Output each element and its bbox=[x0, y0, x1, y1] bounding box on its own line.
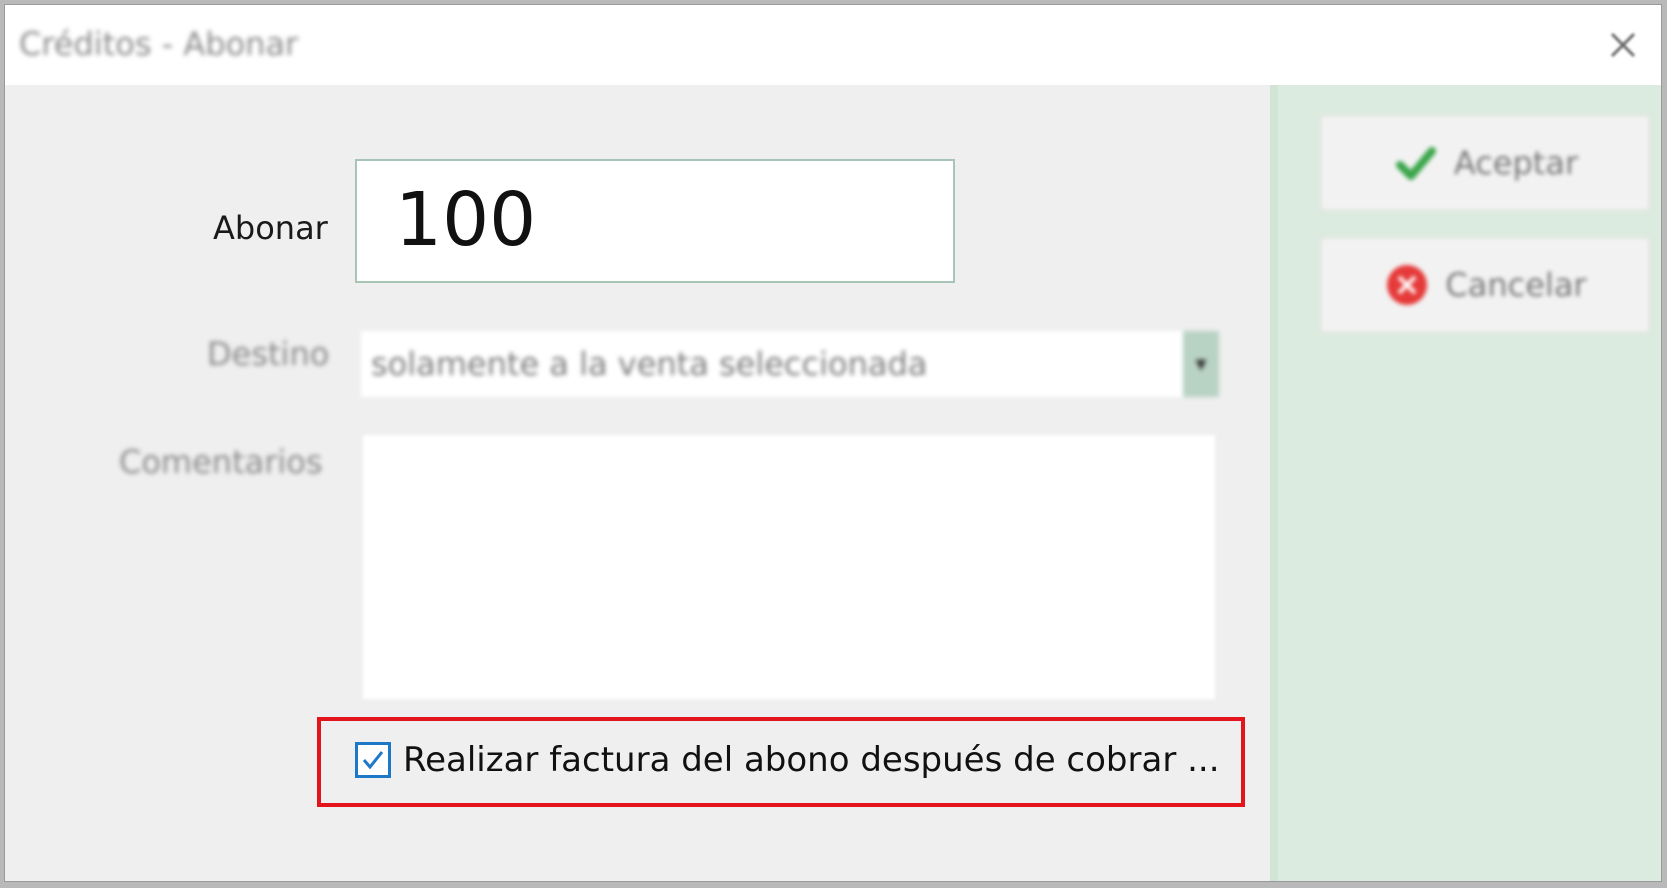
cancel-button-label: Cancelar bbox=[1445, 266, 1587, 304]
destino-label: Destino bbox=[207, 335, 330, 373]
action-panel: Aceptar Cancelar bbox=[1270, 85, 1661, 881]
comentarios-label: Comentarios bbox=[119, 443, 323, 481]
title-bar: Créditos - Abonar bbox=[5, 5, 1661, 85]
close-button[interactable] bbox=[1603, 25, 1643, 65]
checkmark-icon bbox=[1392, 139, 1440, 187]
window-title: Créditos - Abonar bbox=[19, 25, 299, 63]
checkbox-checked-icon bbox=[362, 751, 384, 770]
destino-select[interactable]: solamente a la venta seleccionada ▾ bbox=[361, 331, 1219, 397]
accept-button[interactable]: Aceptar bbox=[1320, 115, 1650, 211]
abonar-input[interactable]: 100 bbox=[355, 159, 955, 283]
accept-button-label: Aceptar bbox=[1453, 144, 1579, 182]
chevron-down-icon[interactable]: ▾ bbox=[1183, 331, 1219, 397]
invoice-checkbox[interactable] bbox=[355, 742, 391, 778]
form-area: Abonar 100 Destino solamente a la venta … bbox=[5, 85, 1270, 881]
cancel-button[interactable]: Cancelar bbox=[1320, 237, 1650, 333]
comentarios-textarea[interactable] bbox=[363, 435, 1215, 699]
destino-select-value: solamente a la venta seleccionada bbox=[371, 345, 928, 383]
invoice-checkbox-row[interactable]: Realizar factura del abono después de co… bbox=[355, 735, 1220, 785]
close-icon bbox=[1610, 32, 1636, 58]
dialog-window: Créditos - Abonar Abonar 100 Destino sol… bbox=[4, 4, 1662, 882]
abonar-label: Abonar bbox=[213, 209, 328, 247]
invoice-checkbox-label: Realizar factura del abono después de co… bbox=[403, 740, 1220, 780]
cancel-circle-icon bbox=[1383, 261, 1431, 309]
